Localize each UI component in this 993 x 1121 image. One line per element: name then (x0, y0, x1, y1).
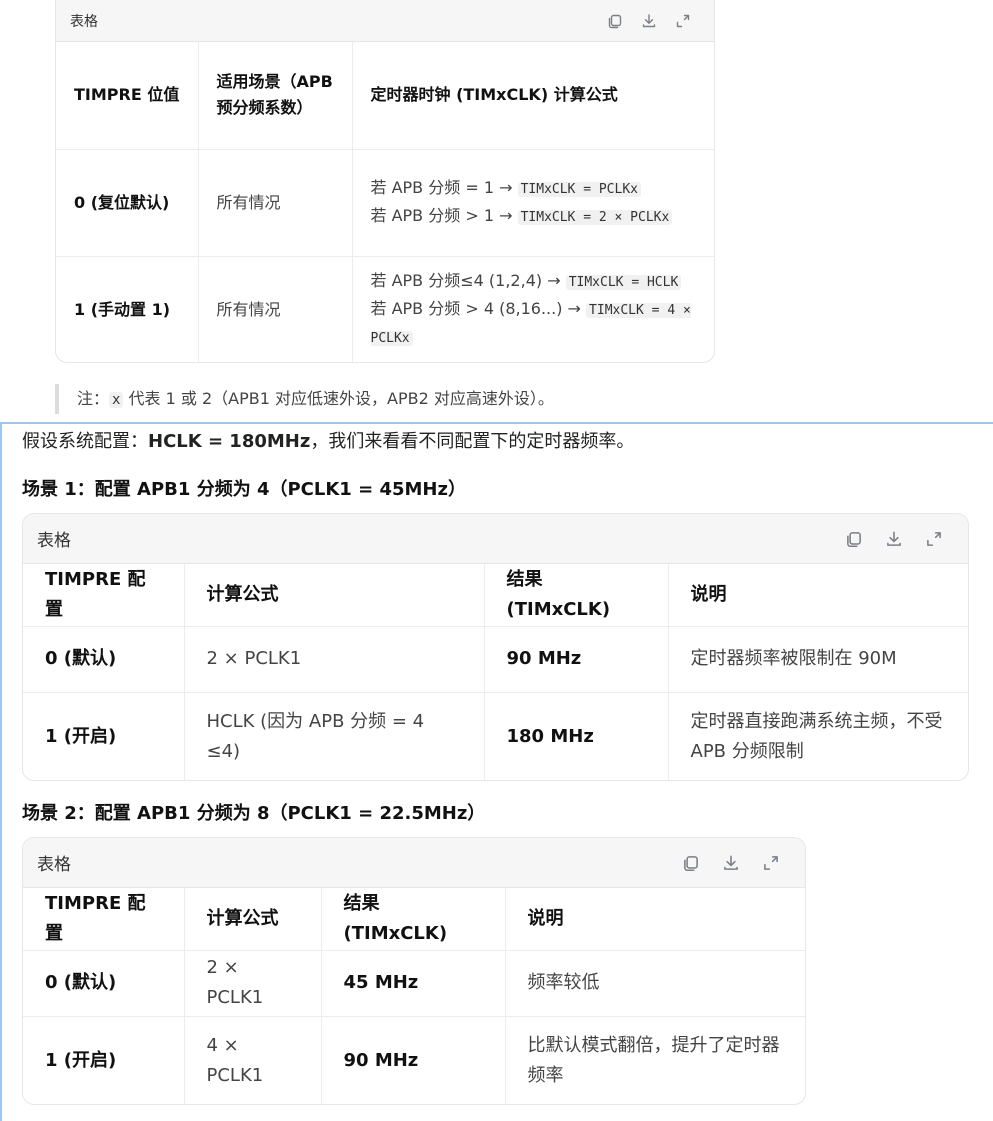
table-row: 1 (开启) HCLK (因为 APB 分频 = 4 ≤4) 180 MHz 定… (23, 692, 968, 780)
table-title: 表格 (37, 855, 71, 875)
table-row: 0 (默认) 2 × PCLK1 90 MHz 定时器频率被限制在 90M (23, 626, 968, 693)
copy-icon[interactable] (598, 4, 632, 38)
column-header: 计算公式 (184, 888, 322, 951)
column-header: 说明 (505, 888, 805, 951)
cell-config: 1 (开启) (23, 692, 185, 780)
column-header: TIMPRE 配置 (23, 564, 185, 627)
expand-icon[interactable] (666, 4, 700, 38)
cell-scene: 所有情况 (198, 256, 353, 362)
cell-config: 1 (开启) (23, 1016, 185, 1104)
intro-paragraph: 假设系统配置：HCLK = 180MHz，我们来看看不同配置下的定时器频率。 (22, 428, 634, 456)
table-card-scenario1: 表格 TIMPRE 配置 计算公式 结果 (TIMxCLK) 说明 0 (默认)… (22, 513, 969, 781)
scenario2-heading: 场景 2：配置 APB1 分频为 8（PCLK1 = 22.5MHz） (22, 803, 486, 824)
cell-note: 比默认模式翻倍，提升了定时器频率 (527, 1035, 780, 1087)
table-row: 0 (默认) 2 × PCLK1 45 MHz 频率较低 (23, 950, 805, 1017)
cell-formula: 4 × PCLK1 (184, 1016, 322, 1104)
expand-icon[interactable] (751, 843, 791, 883)
column-header: 定时器时钟 (TIMxCLK) 计算公式 (352, 42, 714, 150)
intro-bold: HCLK = 180MHz (148, 431, 311, 452)
column-header: TIMPRE 位值 (56, 42, 199, 150)
scenario1-heading: 场景 1：配置 APB1 分频为 4（PCLK1 = 45MHz） (22, 479, 466, 500)
page: 表格 TIMPRE 位值 适用场景（APB 预分频系数） 定时器时钟 (TIMx… (0, 0, 993, 1121)
note-text: 代表 1 或 2（APB1 对应低速外设，APB2 对应高速外设）。 (123, 389, 554, 408)
formula-text: 若 APB 分频≤4 (1,2,4) → (370, 270, 566, 290)
cell-note: 频率较低 (505, 950, 805, 1017)
cell-formula: 2 × PCLK1 (184, 626, 485, 693)
cell-formula: 若 APB 分频≤4 (1,2,4) → TIMxCLK = HCLK 若 AP… (352, 256, 714, 362)
note-code: x (109, 392, 124, 408)
expand-icon[interactable] (914, 519, 954, 559)
formula-text: 若 APB 分频 > 1 → (370, 205, 518, 225)
download-icon[interactable] (632, 4, 666, 38)
table-actions (598, 4, 700, 38)
download-icon[interactable] (874, 519, 914, 559)
copy-icon[interactable] (834, 519, 874, 559)
table-row: 0 (复位默认) 所有情况 若 APB 分频 = 1 → TIMxCLK = P… (56, 149, 714, 257)
formula-code: TIMxCLK = HCLK (565, 274, 682, 290)
intro-text: ，我们来看看不同配置下的定时器频率。 (310, 431, 635, 452)
cell-formula: HCLK (因为 APB 分频 = 4 ≤4) (184, 692, 485, 780)
cell-config: 0 (默认) (23, 950, 185, 1017)
table-header-row: TIMPRE 配置 计算公式 结果 (TIMxCLK) 说明 (23, 888, 805, 951)
download-icon[interactable] (711, 843, 751, 883)
formula-text: 若 APB 分频 > 4 (8,16...) → (370, 298, 587, 318)
table-header-bar: 表格 (23, 514, 968, 564)
column-header: 计算公式 (184, 564, 485, 627)
table-title: 表格 (70, 13, 98, 30)
table-card-timpre: 表格 TIMPRE 位值 适用场景（APB 预分频系数） 定时器时钟 (TIMx… (55, 0, 715, 363)
note-blockquote: 注： x 代表 1 或 2（APB1 对应低速外设，APB2 对应高速外设）。 (55, 384, 554, 414)
column-header: TIMPRE 配置 (23, 888, 185, 951)
cell-bit: 0 (复位默认) (56, 149, 199, 257)
formula-code: TIMxCLK = 2 × PCLKx (517, 209, 673, 225)
table-header-row: TIMPRE 配置 计算公式 结果 (TIMxCLK) 说明 (23, 564, 968, 627)
timpre-table: TIMPRE 位值 适用场景（APB 预分频系数） 定时器时钟 (TIMxCLK… (56, 42, 714, 362)
table-header-bar: 表格 (56, 0, 714, 42)
table-header-row: TIMPRE 位值 适用场景（APB 预分频系数） 定时器时钟 (TIMxCLK… (56, 42, 714, 150)
cell-result: 45 MHz (321, 950, 506, 1017)
cell-bit: 1 (手动置 1) (56, 256, 199, 362)
cell-note: 定时器频率被限制在 90M (668, 626, 968, 693)
table-actions (671, 843, 791, 883)
column-header: 结果 (TIMxCLK) (321, 888, 506, 951)
note-prefix: 注： (77, 389, 110, 408)
column-header: 适用场景（APB 预分频系数） (198, 42, 353, 150)
column-header: 结果 (TIMxCLK) (484, 564, 669, 627)
cell-result: 180 MHz (484, 692, 669, 780)
scenario2-table: TIMPRE 配置 计算公式 结果 (TIMxCLK) 说明 0 (默认) 2 … (23, 888, 805, 1104)
table-card-scenario2: 表格 TIMPRE 配置 计算公式 结果 (TIMxCLK) 说明 0 (默认)… (22, 837, 806, 1105)
formula-code: TIMxCLK = PCLKx (517, 181, 641, 197)
column-header: 说明 (668, 564, 968, 627)
cell-result: 90 MHz (484, 626, 669, 693)
cell-result: 90 MHz (321, 1016, 506, 1104)
table-row: 1 (开启) 4 × PCLK1 90 MHz 比默认模式翻倍，提升了定时器频率 (23, 1016, 805, 1104)
table-row: 1 (手动置 1) 所有情况 若 APB 分频≤4 (1,2,4) → TIMx… (56, 256, 714, 362)
cell-scene: 所有情况 (198, 149, 353, 257)
table-header-bar: 表格 (23, 838, 805, 888)
table-title: 表格 (37, 531, 71, 551)
intro-text: 假设系统配置： (22, 431, 148, 452)
formula-text: 若 APB 分频 = 1 → (370, 177, 518, 197)
cell-config: 0 (默认) (23, 626, 185, 693)
copy-icon[interactable] (671, 843, 711, 883)
cell-formula: 2 × PCLK1 (184, 950, 322, 1017)
cell-formula: 若 APB 分频 = 1 → TIMxCLK = PCLKx 若 APB 分频 … (352, 149, 714, 257)
cell-note: 定时器直接跑满系统主频，不受 APB 分频限制 (690, 711, 943, 763)
scenario1-table: TIMPRE 配置 计算公式 结果 (TIMxCLK) 说明 0 (默认) 2 … (23, 564, 968, 780)
table-actions (834, 519, 954, 559)
